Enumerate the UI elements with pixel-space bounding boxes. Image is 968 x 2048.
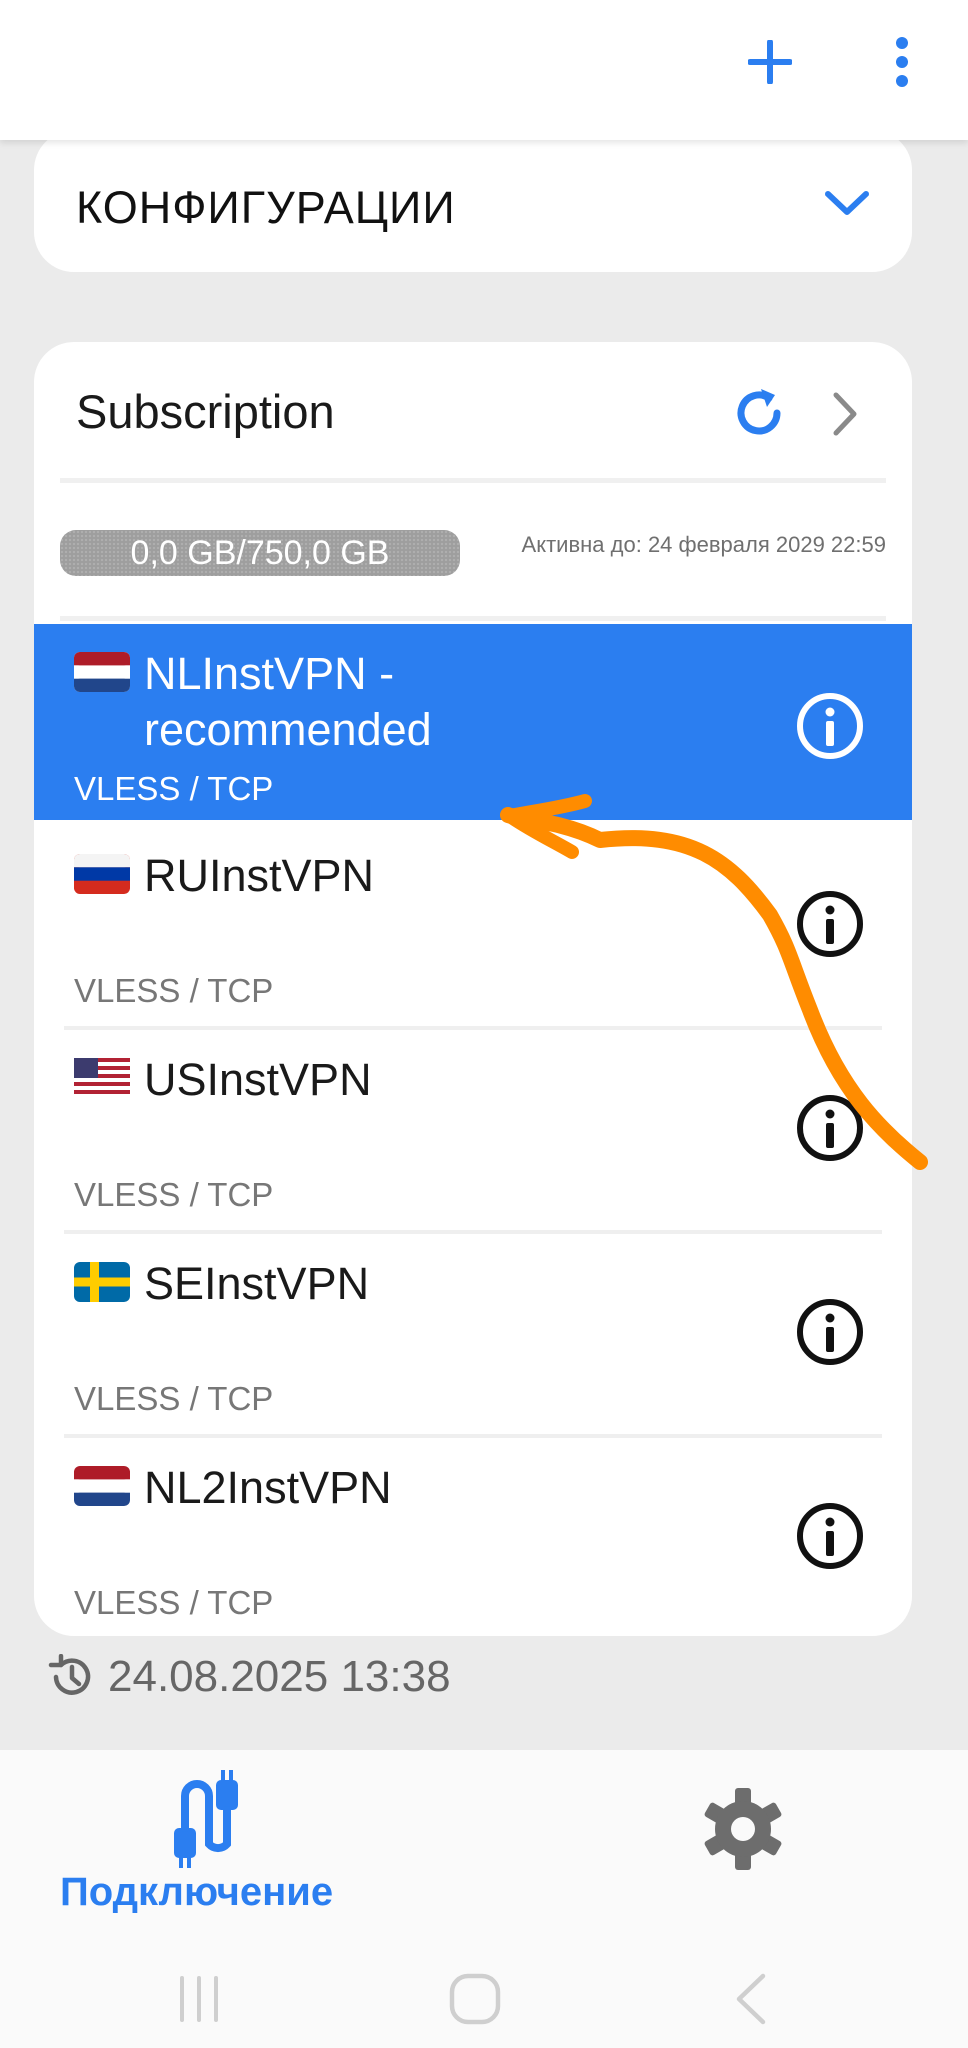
- more-vertical-icon: [896, 37, 908, 87]
- nav-connection[interactable]: Подключение: [56, 1770, 366, 1920]
- gear-icon: [704, 1788, 782, 1870]
- server-protocol: VLESS / TCP: [74, 770, 274, 807]
- server-protocol: VLESS / TCP: [74, 972, 274, 1009]
- server-name: USInstVPN: [144, 1054, 372, 1105]
- server-protocol: VLESS / TCP: [74, 1176, 274, 1213]
- server-name: NLInstVPN - recommended: [144, 648, 432, 755]
- flag-nl-icon: [74, 652, 130, 692]
- last-updated-time: 24.08.2025 13:38: [108, 1652, 451, 1701]
- configurations-card[interactable]: КОНФИГУРАЦИИ: [34, 130, 912, 272]
- server-name: SEInstVPN: [144, 1258, 370, 1309]
- info-icon[interactable]: [794, 690, 866, 762]
- back-icon: [736, 1973, 766, 2025]
- chevron-down-icon[interactable]: [822, 184, 872, 224]
- subscription-title: Subscription: [76, 385, 335, 438]
- back-button[interactable]: [716, 1964, 786, 2034]
- history-icon: [48, 1654, 91, 1695]
- subscription-card: Subscription 0,0 GB/750,0 GB Активна до:…: [34, 342, 912, 1636]
- nav-settings[interactable]: [700, 1786, 800, 1886]
- server-name: NL2InstVPN: [144, 1462, 392, 1513]
- top-app-bar: [0, 0, 968, 140]
- server-row-nl2instvpn[interactable]: NL2InstVPN VLESS / TCP: [34, 1438, 912, 1634]
- info-icon[interactable]: [794, 888, 866, 960]
- refresh-icon: [737, 389, 781, 435]
- home-icon: [449, 1973, 501, 2025]
- refresh-button[interactable]: [724, 378, 794, 448]
- server-protocol: VLESS / TCP: [74, 1380, 274, 1417]
- info-icon[interactable]: [794, 1296, 866, 1368]
- last-updated: 24.08.2025 13:38: [48, 1652, 451, 1702]
- flag-se-icon: [74, 1262, 130, 1302]
- server-row-usinstvpn[interactable]: USInstVPN VLESS / TCP: [34, 1030, 912, 1226]
- system-navigation-bar: [0, 1950, 968, 2048]
- recent-apps-button[interactable]: [164, 1964, 234, 2034]
- bottom-navigation: Подключение: [0, 1750, 968, 2048]
- active-until-text: Активна до: 24 февраля 2029 22:59: [521, 532, 886, 557]
- chevron-right-icon: [833, 392, 857, 436]
- home-button[interactable]: [440, 1964, 510, 2034]
- traffic-usage-bar: 0,0 GB/750,0 GB: [60, 530, 460, 576]
- server-row-seinstvpn[interactable]: SEInstVPN VLESS / TCP: [34, 1234, 912, 1430]
- info-icon[interactable]: [794, 1500, 866, 1572]
- configurations-title: КОНФИГУРАЦИИ: [76, 182, 456, 233]
- server-name: RUInstVPN: [144, 850, 375, 901]
- recent-apps-icon: [180, 1976, 218, 2022]
- divider: [60, 616, 886, 621]
- server-row-nlinstvpn[interactable]: NLInstVPN - recommended VLESS / TCP: [34, 624, 912, 820]
- server-row-ruinstvpn[interactable]: RUInstVPN VLESS / TCP: [34, 826, 912, 1022]
- more-options-button[interactable]: [868, 28, 936, 96]
- add-button[interactable]: [736, 28, 804, 96]
- plus-icon: [748, 40, 792, 84]
- nav-connection-label: Подключение: [60, 1870, 334, 1914]
- flag-us-icon: [74, 1058, 130, 1098]
- flag-nl-icon: [74, 1466, 130, 1506]
- subscription-open-button[interactable]: [820, 382, 870, 446]
- divider: [60, 478, 886, 483]
- traffic-usage-text: 0,0 GB/750,0 GB: [130, 533, 390, 572]
- cable-icon: [174, 1770, 238, 1868]
- server-protocol: VLESS / TCP: [74, 1584, 274, 1621]
- info-icon[interactable]: [794, 1092, 866, 1164]
- flag-ru-icon: [74, 854, 130, 894]
